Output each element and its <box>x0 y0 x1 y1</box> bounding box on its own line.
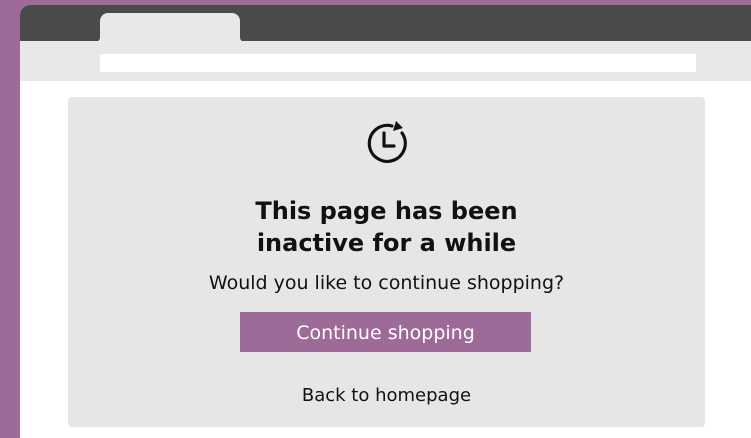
page-content: This page has been inactive for a while … <box>20 81 751 438</box>
dialog-question: Would you like to continue shopping? <box>208 272 565 294</box>
dialog-title: This page has been inactive for a while <box>68 195 705 259</box>
browser-tab[interactable] <box>94 13 246 43</box>
inactivity-dialog: This page has been inactive for a while … <box>68 97 705 427</box>
browser-toolbar <box>20 41 751 81</box>
dialog-title-line-2: inactive for a while <box>256 229 517 257</box>
back-to-homepage-link[interactable]: Back to homepage <box>68 384 705 408</box>
address-bar[interactable] <box>100 54 696 72</box>
clock-refresh-icon <box>367 121 407 163</box>
browser-window: This page has been inactive for a while … <box>20 5 751 438</box>
dialog-title-line-1: This page has been <box>255 197 518 225</box>
continue-shopping-button[interactable]: Continue shopping <box>240 312 531 352</box>
browser-titlebar <box>20 5 751 43</box>
